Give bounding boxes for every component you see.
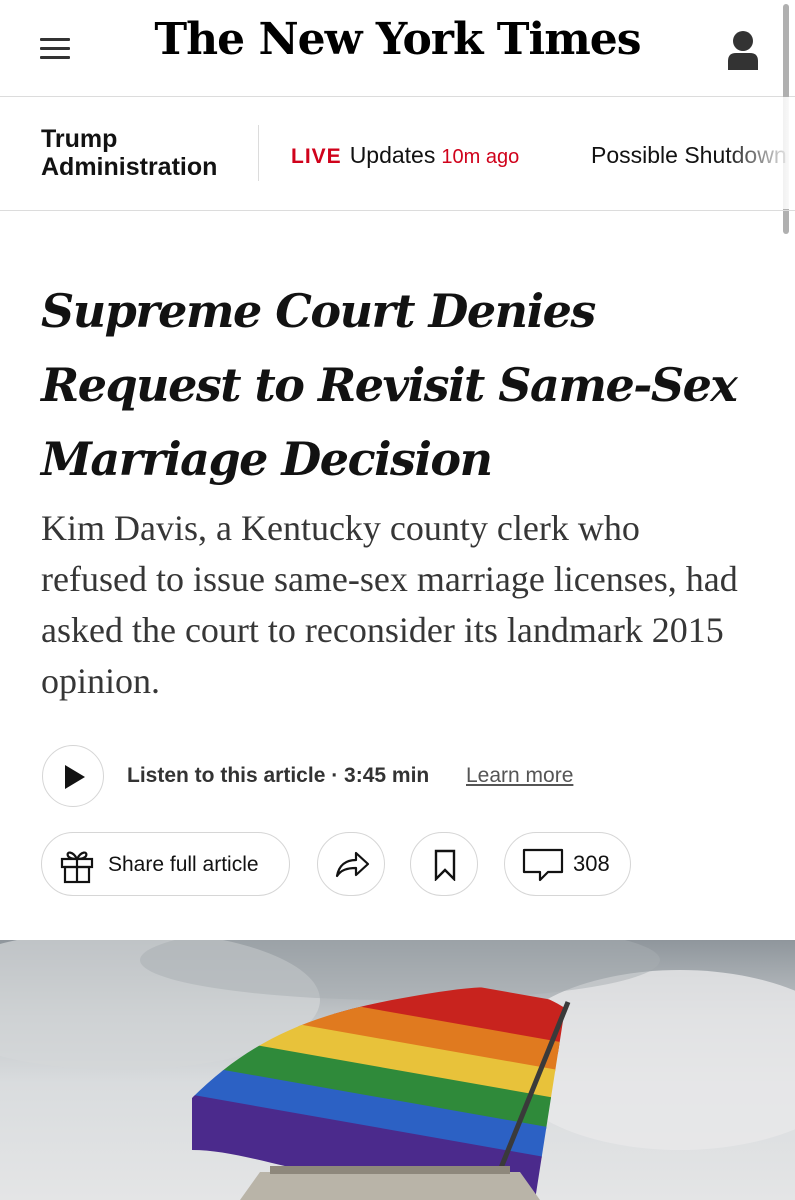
live-badge: LIVE [291,145,342,168]
bookmark-icon [434,849,456,881]
comments-count: 308 [573,851,610,876]
section-bar-fade [725,97,795,209]
section-title-link[interactable]: Trump Administration [41,125,241,181]
rainbow-flag-photo [0,940,795,1200]
comment-bubble-icon [522,848,564,882]
share-full-article-label: Share full article [108,853,259,876]
share-button[interactable] [317,832,385,896]
share-arrow-icon [335,851,370,878]
article-summary: Kim Davis, a Kentucky county clerk who r… [41,508,738,701]
section-bar: Trump Administration LIVE Updates 10m ago … [0,97,795,211]
play-audio-button[interactable] [42,745,104,807]
nyt-logo[interactable]: The New York Times [0,14,795,65]
top-header: The New York Times [0,0,795,97]
account-icon[interactable] [726,30,760,70]
hero-image[interactable] [0,940,795,1200]
share-full-article-button[interactable]: Share full article [41,832,290,896]
gift-icon [60,851,94,884]
live-timestamp: 10m ago [441,146,520,168]
live-updates-link[interactable]: LIVE Updates 10m ago [291,142,519,169]
listen-label: Listen to this article · 3:45 min [127,764,430,787]
play-icon [65,765,85,789]
article-page: The New York Times Trump Administration … [0,0,795,1200]
comments-button[interactable]: 308 [504,832,631,896]
save-button[interactable] [410,832,478,896]
live-label: Updates [349,142,436,168]
learn-more-link[interactable]: Learn more [466,764,573,788]
section-divider [258,125,259,181]
article-headline: Supreme Court Denies Request to Revisit … [41,284,738,486]
